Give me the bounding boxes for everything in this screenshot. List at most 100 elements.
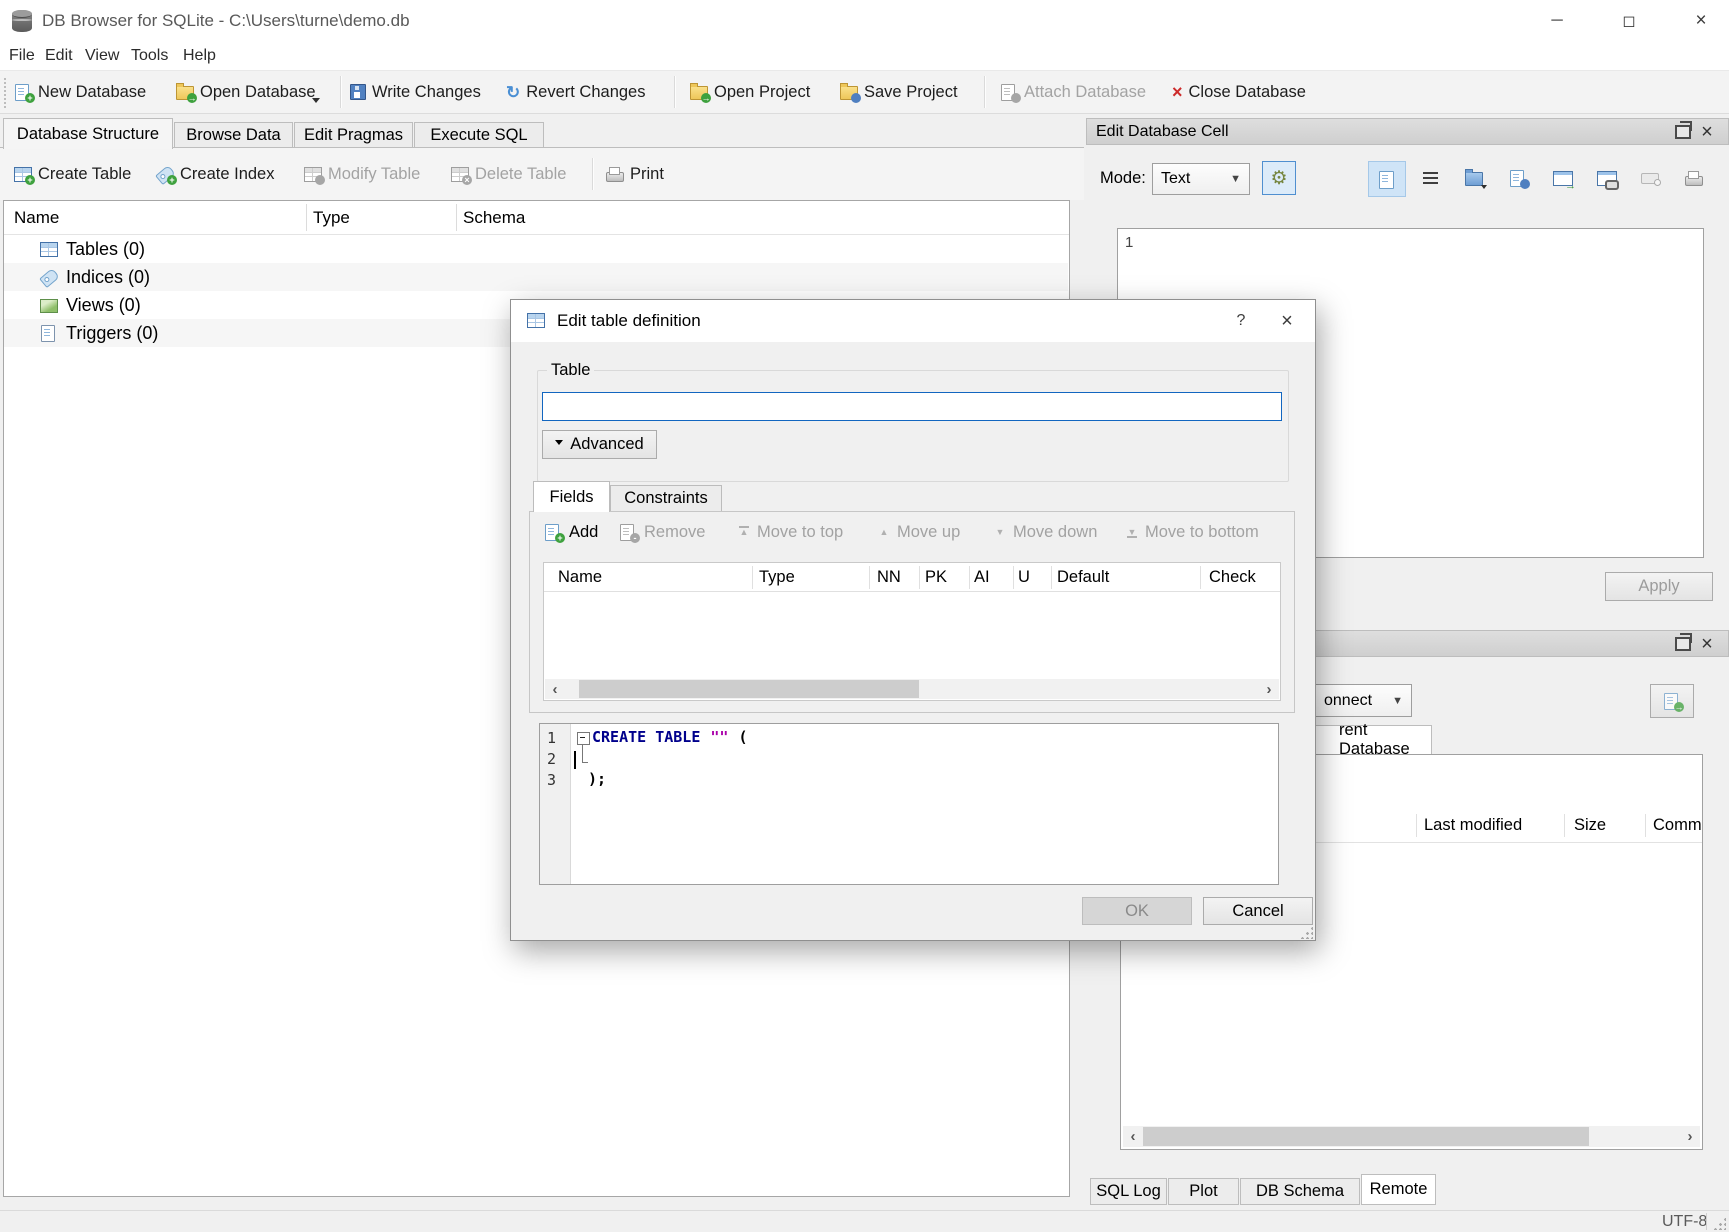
help-icon[interactable]: ? (1219, 306, 1263, 336)
tree-header-schema[interactable]: Schema (463, 201, 525, 234)
dialog-resize-grip[interactable] (1300, 926, 1313, 939)
open-database-dropdown-icon[interactable] (312, 98, 320, 107)
encoding-indicator[interactable]: UTF-8 (1662, 1213, 1707, 1231)
scroll-left-icon[interactable]: ‹ (545, 681, 565, 698)
scroll-right-icon[interactable]: › (1680, 1128, 1700, 1145)
menu-help[interactable]: Help (176, 42, 223, 70)
field-column-pk[interactable]: PK (925, 563, 947, 591)
remote-table-hscrollbar[interactable]: ‹ › (1123, 1126, 1700, 1147)
tab-constraints[interactable]: Constraints (610, 485, 722, 512)
field-column-check[interactable]: Check (1209, 563, 1256, 591)
tables-icon (40, 241, 58, 257)
tab-execute-sql[interactable]: Execute SQL (414, 122, 544, 148)
field-column-u[interactable]: U (1018, 563, 1030, 591)
add-field-button[interactable]: + Add (544, 519, 598, 545)
tree-row-tables[interactable]: Tables (0) (4, 235, 1068, 263)
modify-table-button: Modify Table (304, 148, 420, 200)
float-panel-icon[interactable] (1671, 121, 1695, 143)
menu-file[interactable]: File (2, 42, 42, 70)
field-column-name[interactable]: Name (558, 563, 602, 591)
column-header-last-modified[interactable]: Last modified (1424, 811, 1522, 839)
text-document-icon (1378, 171, 1396, 187)
open-project-button[interactable]: → Open Project (690, 71, 810, 113)
sql-gutter: 1 2 3 (540, 724, 571, 884)
menu-tools[interactable]: Tools (124, 42, 175, 70)
cancel-button[interactable]: Cancel (1203, 897, 1313, 925)
tab-sql-log[interactable]: SQL Log (1090, 1178, 1167, 1205)
scrollbar-thumb[interactable] (1143, 1127, 1589, 1146)
column-header-size[interactable]: Size (1574, 811, 1606, 839)
chevron-down-icon: ▼ (1230, 173, 1241, 185)
menu-view[interactable]: View (78, 42, 126, 70)
sql-preview-editor[interactable]: 1 2 3 CREATE TABLE""( ); (539, 723, 1279, 885)
open-file-icon (1465, 170, 1483, 186)
fold-guide-line (582, 744, 583, 763)
open-in-app-button[interactable]: → (1544, 161, 1580, 195)
toolbar-handle[interactable] (4, 78, 6, 108)
open-database-button[interactable]: → Open Database (176, 71, 316, 113)
mode-select[interactable]: Text ▼ (1152, 163, 1250, 195)
divider (869, 566, 870, 589)
scroll-left-icon[interactable]: ‹ (1123, 1128, 1143, 1145)
column-header-commit[interactable]: Comm (1653, 811, 1702, 839)
create-table-button[interactable]: + Create Table (14, 148, 131, 200)
auto-format-toggle[interactable]: ⚙ (1262, 161, 1296, 195)
print-icon (606, 167, 624, 182)
delete-table-icon: × (451, 166, 469, 182)
print-button[interactable]: Print (606, 148, 664, 200)
word-wrap-button[interactable] (1412, 161, 1448, 195)
tree-header-name[interactable]: Name (14, 201, 59, 234)
move-down-button: ▼ Move down (994, 519, 1097, 545)
field-column-ai[interactable]: AI (974, 563, 990, 591)
tab-edit-pragmas[interactable]: Edit Pragmas (294, 122, 413, 148)
chevron-down-icon (555, 440, 563, 449)
field-column-default[interactable]: Default (1057, 563, 1109, 591)
link-cell-button[interactable] (1588, 161, 1624, 195)
code-fold-icon[interactable] (577, 732, 590, 745)
field-column-nn[interactable]: NN (877, 563, 901, 591)
divider (919, 566, 920, 589)
write-changes-button[interactable]: Write Changes (350, 71, 481, 113)
write-changes-icon (350, 84, 366, 100)
push-database-button[interactable]: → (1650, 684, 1694, 718)
scrollbar-thumb[interactable] (579, 680, 919, 698)
tab-fields[interactable]: Fields (533, 481, 610, 512)
text-mode-button[interactable] (1368, 161, 1406, 197)
close-panel-icon[interactable]: × (1695, 121, 1719, 143)
close-database-icon: × (1172, 83, 1183, 101)
export-data-button[interactable] (1500, 161, 1536, 195)
new-database-button[interactable]: + New Database (14, 71, 146, 113)
import-data-button[interactable] (1456, 161, 1492, 195)
menu-edit[interactable]: Edit (38, 42, 80, 70)
print-cell-button[interactable] (1676, 161, 1712, 195)
field-column-type[interactable]: Type (759, 563, 795, 591)
scroll-right-icon[interactable]: › (1259, 681, 1279, 698)
advanced-button[interactable]: Advanced (542, 430, 657, 459)
save-project-button[interactable]: Save Project (840, 71, 958, 113)
tab-plot[interactable]: Plot (1168, 1178, 1239, 1205)
divider (306, 204, 307, 231)
dialog-close-icon[interactable]: × (1263, 306, 1311, 336)
tree-header-type[interactable]: Type (313, 201, 350, 234)
table-name-input[interactable] (542, 392, 1282, 421)
float-panel-icon[interactable] (1671, 633, 1695, 655)
new-database-icon: + (14, 84, 32, 100)
close-database-button[interactable]: × Close Database (1172, 71, 1306, 113)
link-icon (1597, 170, 1615, 186)
maximize-icon[interactable]: ◻ (1609, 6, 1649, 36)
close-icon[interactable]: × (1681, 6, 1721, 36)
tab-remote[interactable]: Remote (1361, 1174, 1436, 1205)
divider (592, 158, 594, 190)
tree-row-indices[interactable]: Indices (0) (4, 263, 1068, 291)
open-database-icon: → (176, 84, 194, 100)
minimize-icon[interactable]: ─ (1537, 6, 1577, 36)
create-index-button[interactable]: + Create Index (156, 148, 274, 200)
revert-changes-button[interactable]: ↻ Revert Changes (506, 71, 645, 113)
tab-database-structure[interactable]: Database Structure (3, 118, 173, 149)
window-resize-grip[interactable] (1713, 1217, 1726, 1230)
open-external-icon: → (1553, 170, 1571, 186)
close-panel-icon[interactable]: × (1695, 633, 1719, 655)
tab-db-schema[interactable]: DB Schema (1240, 1178, 1360, 1205)
fields-table-hscrollbar[interactable]: ‹ › (545, 679, 1279, 699)
tab-browse-data[interactable]: Browse Data (174, 122, 293, 148)
